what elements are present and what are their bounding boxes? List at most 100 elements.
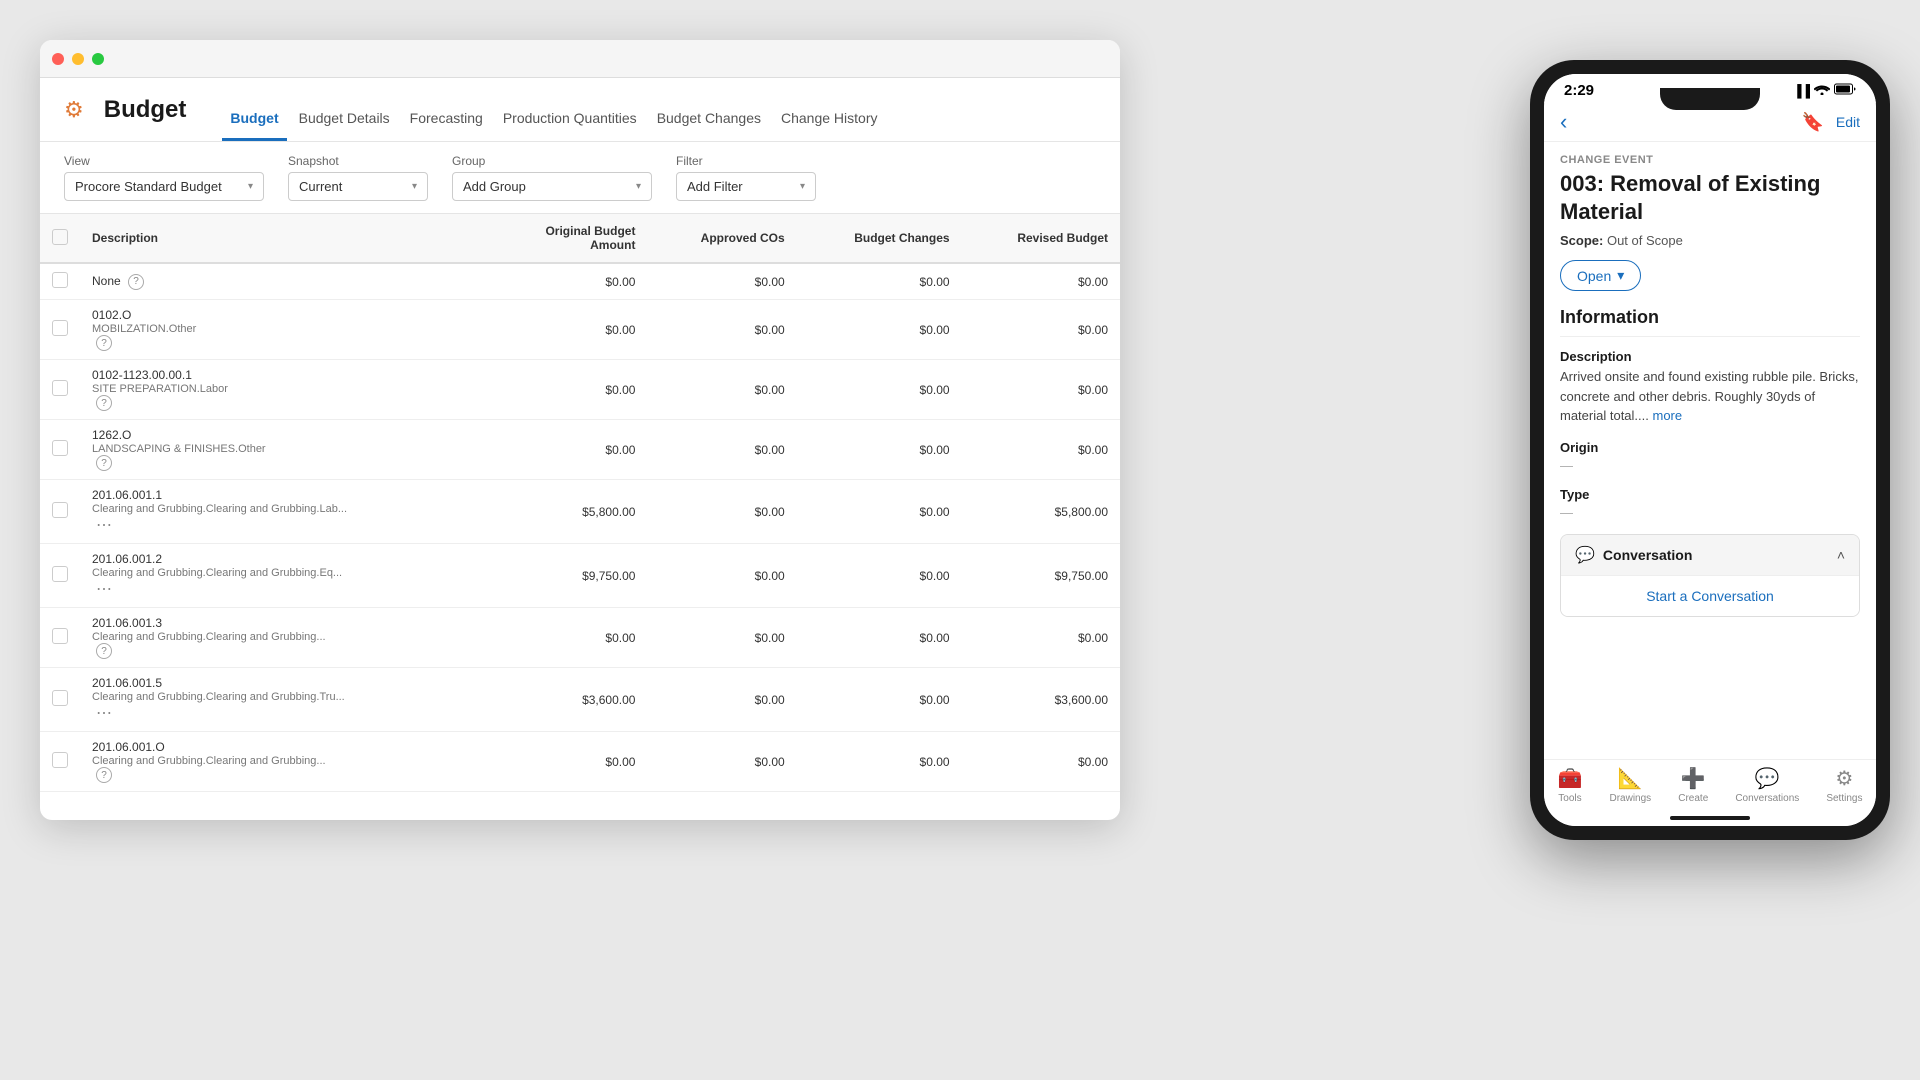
approved-value: $0.00 <box>647 668 796 732</box>
settings-label: Settings <box>1826 793 1862 804</box>
app-content: ⚙ Budget Budget Budget Details Forecasti… <box>40 78 1120 820</box>
status-time: 2:29 <box>1564 82 1594 99</box>
row-checkbox[interactable] <box>52 752 68 768</box>
approved-value: $0.00 <box>647 300 796 360</box>
bottom-nav-conversations[interactable]: 💬 Conversations <box>1735 766 1799 804</box>
conversation-header-left: 💬 Conversation <box>1575 545 1692 565</box>
browser-minimize-dot[interactable] <box>72 53 84 65</box>
row-code: 0102.O <box>92 308 456 322</box>
group-select[interactable]: Add Group ▾ <box>452 172 652 201</box>
battery-icon <box>1834 83 1856 98</box>
bottom-nav-settings[interactable]: ⚙ Settings <box>1826 766 1862 804</box>
help-icon[interactable]: ? <box>96 335 112 351</box>
help-icon[interactable]: ? <box>96 767 112 783</box>
row-checkbox[interactable] <box>52 320 68 336</box>
row-code: 201.06.001.3 <box>92 616 456 630</box>
row-sub: LANDSCAPING & FINISHES.Other <box>92 443 456 455</box>
view-label: View <box>64 154 264 168</box>
approved-value: $0.00 <box>647 480 796 544</box>
more-options-icon[interactable]: ⋯ <box>96 517 112 534</box>
row-checkbox[interactable] <box>52 690 68 706</box>
view-select[interactable]: Procore Standard Budget ▾ <box>64 172 264 201</box>
snapshot-select[interactable]: Current ▾ <box>288 172 428 201</box>
browser-window: ⚙ Budget Budget Budget Details Forecasti… <box>40 40 1120 820</box>
nav-tab-forecasting[interactable]: Forecasting <box>402 110 491 141</box>
help-icon[interactable]: ? <box>96 395 112 411</box>
table-row: 0102-1123.00.00.1 SITE PREPARATION.Labor… <box>40 360 1120 420</box>
more-options-icon[interactable]: ⋯ <box>96 581 112 598</box>
mobile-phone: 2:29 ▐▐ <box>1530 60 1890 840</box>
row-checkbox[interactable] <box>52 380 68 396</box>
app-logo-icon: ⚙ <box>64 97 84 123</box>
phone-bottom-nav: 🧰 Tools 📐 Drawings ➕ Create 💬 Conversati… <box>1544 759 1876 812</box>
more-link[interactable]: more <box>1653 408 1683 423</box>
changes-value: $0.00 <box>797 480 962 544</box>
group-filter-group: Group Add Group ▾ <box>452 154 652 201</box>
bottom-nav-drawings[interactable]: 📐 Drawings <box>1610 766 1652 804</box>
nav-tab-budget-changes[interactable]: Budget Changes <box>649 110 769 141</box>
table-row: 201.06.001.1 Clearing and Grubbing.Clear… <box>40 480 1120 544</box>
more-options-icon[interactable]: ⋯ <box>96 705 112 722</box>
description-field: Description Arrived onsite and found exi… <box>1560 349 1860 426</box>
help-icon[interactable]: ? <box>96 455 112 471</box>
group-label: Group <box>452 154 652 168</box>
back-button[interactable]: ‹ <box>1560 109 1567 135</box>
table-row: 201.06.001.2 Clearing and Grubbing.Clear… <box>40 544 1120 608</box>
browser-maximize-dot[interactable] <box>92 53 104 65</box>
bottom-nav-tools[interactable]: 🧰 Tools <box>1558 766 1583 804</box>
bookmark-icon[interactable]: 🔖 <box>1801 112 1823 133</box>
col-original-budget: Original BudgetAmount <box>468 214 648 263</box>
header-checkbox[interactable] <box>52 229 68 245</box>
bottom-nav-create[interactable]: ➕ Create <box>1678 766 1708 804</box>
conversation-collapse-icon[interactable]: ˄ <box>1837 547 1845 563</box>
row-code: 201.06.001.2 <box>92 552 456 566</box>
help-icon[interactable]: ? <box>96 643 112 659</box>
start-conversation-button[interactable]: Start a Conversation <box>1561 575 1859 616</box>
row-checkbox[interactable] <box>52 272 68 288</box>
conversation-chat-icon: 💬 <box>1575 545 1595 565</box>
nav-tab-change-history[interactable]: Change History <box>773 110 886 141</box>
revised-value: $0.00 <box>962 360 1120 420</box>
browser-close-dot[interactable] <box>52 53 64 65</box>
row-checkbox[interactable] <box>52 502 68 518</box>
row-checkbox[interactable] <box>52 628 68 644</box>
nav-tab-budget-details[interactable]: Budget Details <box>291 110 398 141</box>
help-icon[interactable]: ? <box>128 274 144 290</box>
drawings-icon: 📐 <box>1618 766 1643 791</box>
snapshot-chevron-icon: ▾ <box>412 181 417 192</box>
row-sub: Clearing and Grubbing.Clearing and Grubb… <box>92 567 456 579</box>
original-value: $0.00 <box>468 360 648 420</box>
original-value: $5,800.00 <box>468 480 648 544</box>
row-checkbox[interactable] <box>52 440 68 456</box>
filter-select[interactable]: Add Filter ▾ <box>676 172 816 201</box>
conversation-panel-label: Conversation <box>1603 547 1692 563</box>
row-sub: Clearing and Grubbing.Clearing and Grubb… <box>92 631 456 643</box>
row-code: 201.06.001.O <box>92 740 456 754</box>
toolbar-row: View Procore Standard Budget ▾ Snapshot … <box>40 142 1120 214</box>
description-value: Arrived onsite and found existing rubble… <box>1560 367 1860 426</box>
col-description: Description <box>80 214 468 263</box>
row-sub: Clearing and Grubbing.Clearing and Grubb… <box>92 755 456 767</box>
browser-header <box>40 40 1120 78</box>
filter-label: Filter <box>676 154 816 168</box>
nav-tab-production-quantities[interactable]: Production Quantities <box>495 110 645 141</box>
approved-value: $0.00 <box>647 420 796 480</box>
type-field: Type — <box>1560 487 1860 520</box>
row-checkbox[interactable] <box>52 566 68 582</box>
phone-content: CHANGE EVENT 003: Removal of Existing Ma… <box>1544 142 1876 759</box>
conversations-label: Conversations <box>1735 793 1799 804</box>
open-button[interactable]: Open ▾ <box>1560 260 1641 291</box>
table-row: 201.06.001.O Clearing and Grubbing.Clear… <box>40 732 1120 792</box>
changes-value: $0.00 <box>797 668 962 732</box>
description-label: Description <box>1560 349 1860 364</box>
edit-button[interactable]: Edit <box>1836 114 1860 130</box>
changes-value: $0.00 <box>797 544 962 608</box>
home-bar <box>1670 816 1750 820</box>
table-row: 0102.O MOBILZATION.Other ? $0.00 $0.00 $… <box>40 300 1120 360</box>
change-event-label: CHANGE EVENT <box>1560 154 1860 166</box>
nav-tab-budget[interactable]: Budget <box>222 110 286 141</box>
changes-value: $0.00 <box>797 263 962 300</box>
view-chevron-icon: ▾ <box>248 181 253 192</box>
approved-value: $0.00 <box>647 732 796 792</box>
col-checkbox[interactable] <box>40 214 80 263</box>
